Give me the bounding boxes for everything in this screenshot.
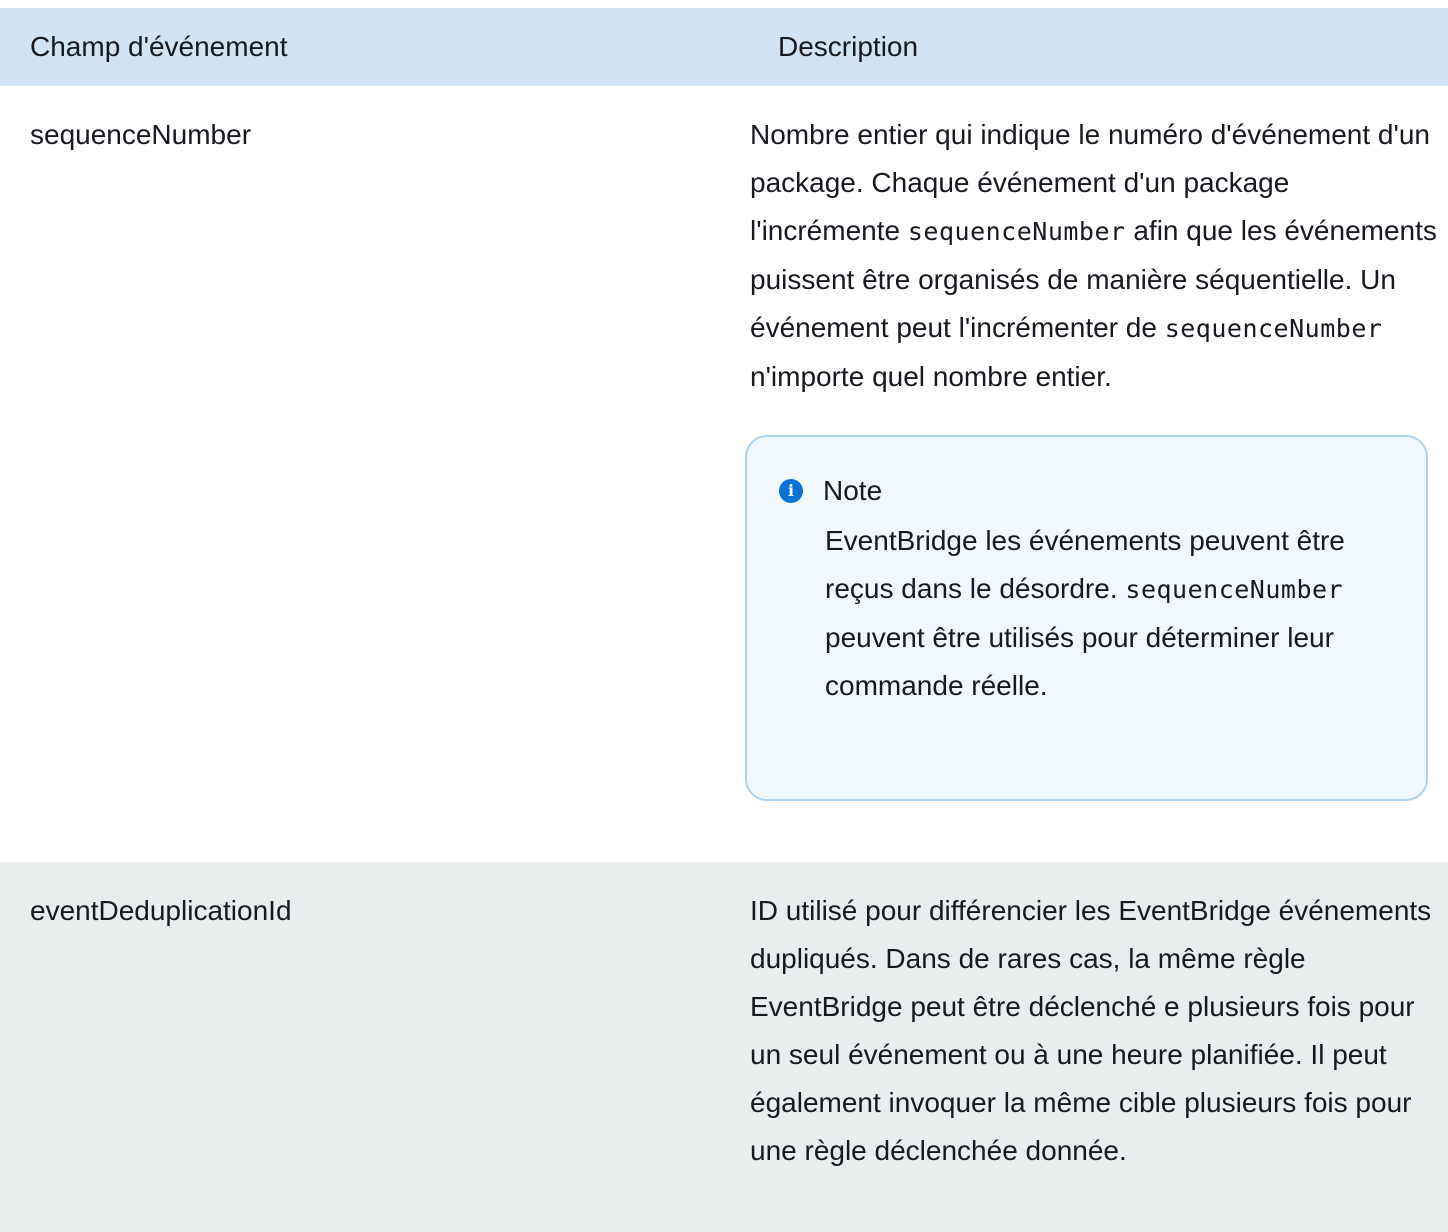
field-description-cell: Nombre entier qui indique le numéro d'év… [745, 86, 1448, 862]
field-name: sequenceNumber [30, 119, 252, 150]
code-sequence-number: sequenceNumber [1164, 314, 1383, 343]
note-body: EventBridge les événements peuvent être … [825, 525, 1345, 701]
table-row: eventDeduplicationId ID utilisé pour dif… [0, 862, 1448, 1232]
code-sequence-number: sequenceNumber [1125, 575, 1344, 604]
note-callout: i Note EventBridge les événements peuven… [745, 435, 1428, 801]
field-description: ID utilisé pour différencier les EventBr… [750, 895, 1432, 1166]
code-sequence-number: sequenceNumber [907, 217, 1126, 246]
column-header-field: Champ d'événement [30, 31, 288, 62]
field-description: Nombre entier qui indique le numéro d'év… [750, 119, 1437, 392]
info-icon: i [779, 479, 803, 503]
field-name: eventDeduplicationId [30, 895, 292, 926]
event-fields-table: Champ d'événement Description sequenceNu… [0, 8, 1448, 1232]
note-header: i Note [779, 471, 1396, 511]
table-row: sequenceNumber Nombre entier qui indique… [0, 86, 1448, 862]
field-description-cell: ID utilisé pour différencier les EventBr… [750, 862, 1448, 1232]
column-header-description: Description [778, 31, 919, 62]
table-header: Champ d'événement Description [0, 8, 1448, 86]
note-title: Note [823, 475, 883, 506]
